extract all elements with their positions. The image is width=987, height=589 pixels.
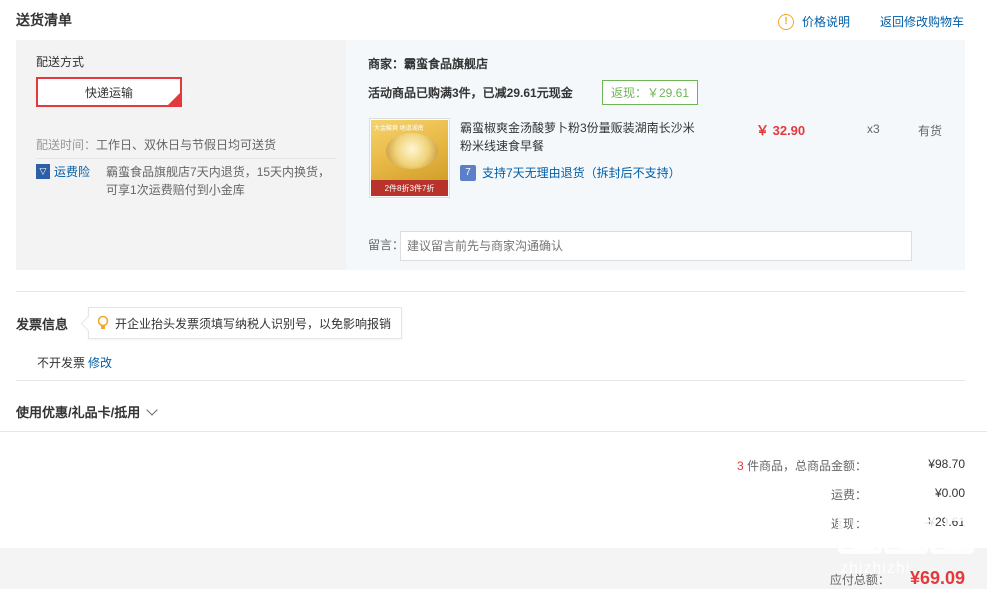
product-quantity: x3 [867,122,880,136]
product-image-band: 2件8折3件7折 [371,180,448,196]
coupon-toggle[interactable]: 使用优惠/礼品卡/抵用 [16,402,158,421]
divider [16,291,965,292]
promo-text: 活动商品已购满3件，已减29.61元现金 [368,86,573,100]
merchant-name: 商家：霸蛮食品旗舰店 [368,57,489,71]
product-name-link[interactable]: 霸蛮椒爽金汤酸萝卜粉3份量贩装湖南长沙米粉米线速食早餐 [460,119,705,155]
lightbulb-icon [97,315,109,329]
payable-total: 应付总额： ¥69.09 [830,568,965,589]
message-label: 留言： [368,238,405,252]
product-price: ￥ 32.90 [756,123,806,138]
info-icon: ! [778,13,794,30]
summary-rebate-value: -¥29.61 [924,515,965,529]
chevron-down-icon [146,403,158,416]
summary-freight-value: ¥0.00 [934,486,965,500]
order-panel: 商家：霸蛮食品旗舰店 活动商品已购满3件，已减29.61元现金 返现：￥29.6… [346,40,965,270]
payable-label: 应付总额： [829,573,890,587]
shield-icon: ▽ [36,164,50,179]
divider [0,431,987,432]
item-count: 3 [736,459,744,473]
freight-insurance: ▽ 运费险 霸蛮食品旗舰店7天内退货，15天内换货，可享1次运费赔付到小金库 [36,163,331,199]
payable-amount: ¥69.09 [909,568,965,588]
delivery-time-value: 工作日、双休日与节假日均可送货 [96,138,277,152]
rebate-badge: 返现：￥29.61 [602,80,699,105]
payable-footer: 应付总额： ¥69.09 [0,548,987,589]
product-image[interactable]: 大金酸爽 地道湖南 2件8折3件7折 [369,118,450,198]
invoice-title: 发票信息 [16,317,69,332]
divider [36,158,336,159]
shipping-method-button[interactable]: 快递运输 [36,77,191,107]
price-help-link[interactable]: ! 价格说明 [778,13,850,30]
invoice-state: 不开发票 [37,356,86,370]
product-stock-status: 有货 [918,124,943,138]
divider [16,380,965,381]
shipping-method-text: 快递运输 [84,85,133,100]
summary-freight-row: 运费： ¥0.00 [565,486,965,503]
summary-rebate-label: 返现： [830,517,867,531]
return-policy-icon: 7 [460,164,476,181]
invoice-modify-link[interactable]: 修改 [88,354,112,371]
freight-insurance-desc: 霸蛮食品旗舰店7天内退货，15天内换货，可享1次运费赔付到小金库 [106,165,331,197]
back-to-cart-link[interactable]: 返回修改购物车 [880,13,964,30]
delivery-box: 配送方式 快递运输 配送时间：工作日、双休日与节假日均可送货 ▽ 运费险 霸蛮食… [16,40,965,270]
summary-total-label: 3 件商品，总商品金额： [737,457,867,474]
return-policy: 7 支持7天无理由退货（拆封后不支持） [460,164,681,181]
invoice-tip: 开企业抬头发票须填写纳税人识别号，以免影响报销 [88,307,403,339]
summary-total-text: 件商品，总商品金额： [746,459,867,473]
delivery-time-label: 配送时间： [36,138,97,152]
invoice-tip-text: 开企业抬头发票须填写纳税人识别号，以免影响报销 [115,316,392,331]
delivery-time: 配送时间：工作日、双休日与节假日均可送货 [36,136,276,153]
selected-check-icon [168,93,191,105]
product-image-top-text: 大金酸爽 地道湖南 [374,126,424,132]
delivery-list-title: 送货清单 [16,12,72,28]
summary-freight-label: 运费： [830,488,867,502]
summary-total-row: 3 件商品，总商品金额： ¥98.70 [565,457,965,474]
summary-total-value: ¥98.70 [928,457,965,471]
return-policy-text: 支持7天无理由退货（拆封后不支持） [482,166,681,180]
price-help-label: 价格说明 [802,15,851,29]
shipping-method-label: 配送方式 [36,55,85,69]
freight-insurance-link[interactable]: ▽ 运费险 [36,163,90,199]
freight-insurance-label: 运费险 [54,165,91,179]
shipping-panel: 配送方式 快递运输 配送时间：工作日、双休日与节假日均可送货 ▽ 运费险 霸蛮食… [16,40,346,270]
message-input[interactable] [400,231,912,261]
summary-rebate-row: 返现： -¥29.61 [565,515,965,532]
coupon-label: 使用优惠/礼品卡/抵用 [16,405,141,420]
